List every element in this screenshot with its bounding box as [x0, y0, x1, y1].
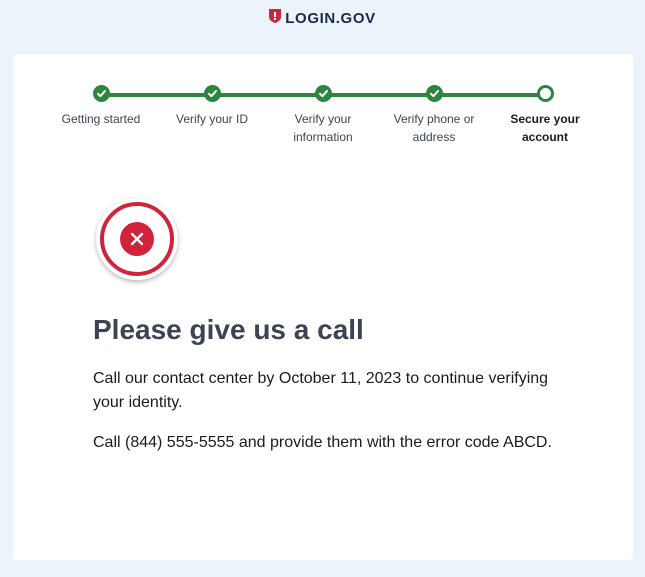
logo-text: LOGIN.GOV: [285, 9, 376, 27]
check-circle-icon: [314, 85, 332, 102]
step-secure-account: Secure your account: [495, 85, 595, 146]
login-gov-logo[interactable]: LOGIN.GOV: [269, 8, 376, 28]
error-badge: [96, 198, 178, 280]
step-label: Verify phone or address: [393, 112, 475, 144]
step-label: Getting started: [61, 112, 141, 126]
check-circle-icon: [203, 85, 221, 102]
step-verify-phone: Verify phone or address: [384, 85, 484, 146]
error-code-text: Call (844) 555-5555 and provide them wit…: [93, 434, 552, 451]
site-header: LOGIN.GOV: [0, 0, 645, 40]
content-card: Getting started Verify your ID Verify yo…: [13, 54, 633, 560]
check-circle-icon: [425, 85, 443, 102]
progress-stepper: Getting started Verify your ID Verify yo…: [13, 54, 633, 164]
step-verify-information: Verify your information: [273, 85, 373, 146]
current-step-circle-icon: [536, 85, 554, 102]
check-circle-icon: [92, 85, 110, 102]
step-label: Verify your information: [293, 112, 353, 144]
error-x-icon: [120, 222, 154, 256]
step-label: Secure your account: [510, 112, 580, 144]
step-label: Verify your ID: [175, 112, 249, 126]
page-title: Please give us a call: [93, 314, 364, 345]
error-ring: [100, 202, 174, 276]
contact-deadline-text: Call our contact center by October 11, 2…: [93, 370, 549, 411]
step-verify-id: Verify your ID: [162, 85, 262, 128]
step-getting-started: Getting started: [51, 85, 151, 128]
shield-icon: [269, 8, 282, 28]
